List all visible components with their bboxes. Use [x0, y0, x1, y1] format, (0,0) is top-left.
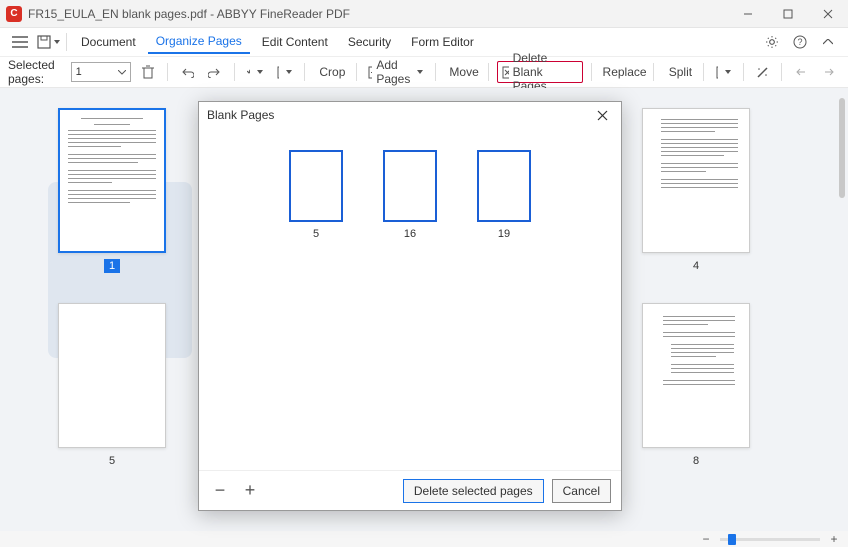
app-icon: C [6, 6, 22, 22]
separator [653, 63, 654, 81]
menu-edit-content[interactable]: Edit Content [254, 31, 336, 53]
menu-bar: Document Organize Pages Edit Content Sec… [0, 28, 848, 56]
selected-pages-label: Selected pages: [8, 58, 63, 86]
page-thumbnail[interactable]: 8 [642, 303, 750, 468]
save-icon[interactable] [36, 30, 60, 54]
title-bar: C FR15_EULA_EN blank pages.pdf - ABBYY F… [0, 0, 848, 28]
move-button[interactable]: Move [444, 61, 480, 83]
split-button[interactable]: Split [662, 61, 695, 83]
status-bar: − + [0, 531, 848, 547]
help-icon[interactable]: ? [788, 30, 812, 54]
separator [356, 63, 357, 81]
zoom-in-icon[interactable]: + [828, 533, 840, 545]
zoom-out-icon[interactable]: − [209, 480, 231, 502]
menu-document[interactable]: Document [73, 31, 144, 53]
undo2-icon[interactable] [790, 61, 812, 83]
zoom-out-icon[interactable]: − [700, 533, 712, 545]
page-preview [642, 303, 750, 448]
hamburger-icon[interactable] [8, 30, 32, 54]
cancel-button[interactable]: Cancel [552, 479, 611, 503]
selected-pages-dropdown[interactable]: 1 [71, 62, 132, 82]
zoom-in-icon[interactable]: + [239, 480, 261, 502]
page-thumbnail[interactable]: 1 [58, 108, 166, 273]
menu-form-editor[interactable]: Form Editor [403, 31, 482, 53]
delete-blank-pages-button[interactable]: Delete Blank Pages [497, 61, 583, 83]
add-pages-button[interactable]: Add Pages [364, 61, 427, 83]
collapse-icon[interactable] [816, 30, 840, 54]
page-preview [642, 108, 750, 253]
maximize-button[interactable] [768, 0, 808, 28]
replace-button[interactable]: Replace [600, 61, 645, 83]
separator [167, 63, 168, 81]
page-number-label: 8 [688, 454, 704, 468]
minimize-button[interactable] [728, 0, 768, 28]
selected-pages-value: 1 [76, 66, 82, 78]
page-preview [58, 303, 166, 448]
separator [435, 63, 436, 81]
menu-organize-pages[interactable]: Organize Pages [148, 30, 250, 54]
magic-icon[interactable] [751, 61, 773, 83]
rotate-icon[interactable] [243, 61, 268, 83]
undo-icon[interactable] [176, 61, 198, 83]
separator [304, 63, 305, 81]
separator [234, 63, 235, 81]
redo2-icon[interactable] [818, 61, 840, 83]
separator [591, 63, 592, 81]
page-options-icon[interactable] [273, 61, 296, 83]
page-preview [58, 108, 166, 253]
page-number-label: 1 [104, 259, 120, 273]
dialog-footer: − + Delete selected pages Cancel [199, 470, 621, 510]
delete-icon[interactable] [137, 61, 159, 83]
delete-selected-pages-button[interactable]: Delete selected pages [403, 479, 544, 503]
zoom-slider[interactable] [720, 538, 820, 541]
separator [743, 63, 744, 81]
organize-toolbar: Selected pages: 1 Crop Add Pages Move De… [0, 56, 848, 88]
svg-text:?: ? [797, 37, 802, 47]
extract-icon[interactable] [712, 61, 735, 83]
page-number-label: 5 [104, 454, 120, 468]
page-number-label: 4 [688, 259, 704, 273]
close-window-button[interactable] [808, 0, 848, 28]
page-thumbnail[interactable]: 4 [642, 108, 750, 273]
separator [488, 63, 489, 81]
menu-security[interactable]: Security [340, 31, 399, 53]
separator [66, 33, 67, 51]
separator [781, 63, 782, 81]
page-thumbnail[interactable]: 5 [58, 303, 166, 468]
separator [703, 63, 704, 81]
gear-icon[interactable] [760, 30, 784, 54]
crop-button[interactable]: Crop [313, 61, 348, 83]
redo-icon[interactable] [204, 61, 226, 83]
window-title: FR15_EULA_EN blank pages.pdf - ABBYY Fin… [28, 7, 728, 21]
